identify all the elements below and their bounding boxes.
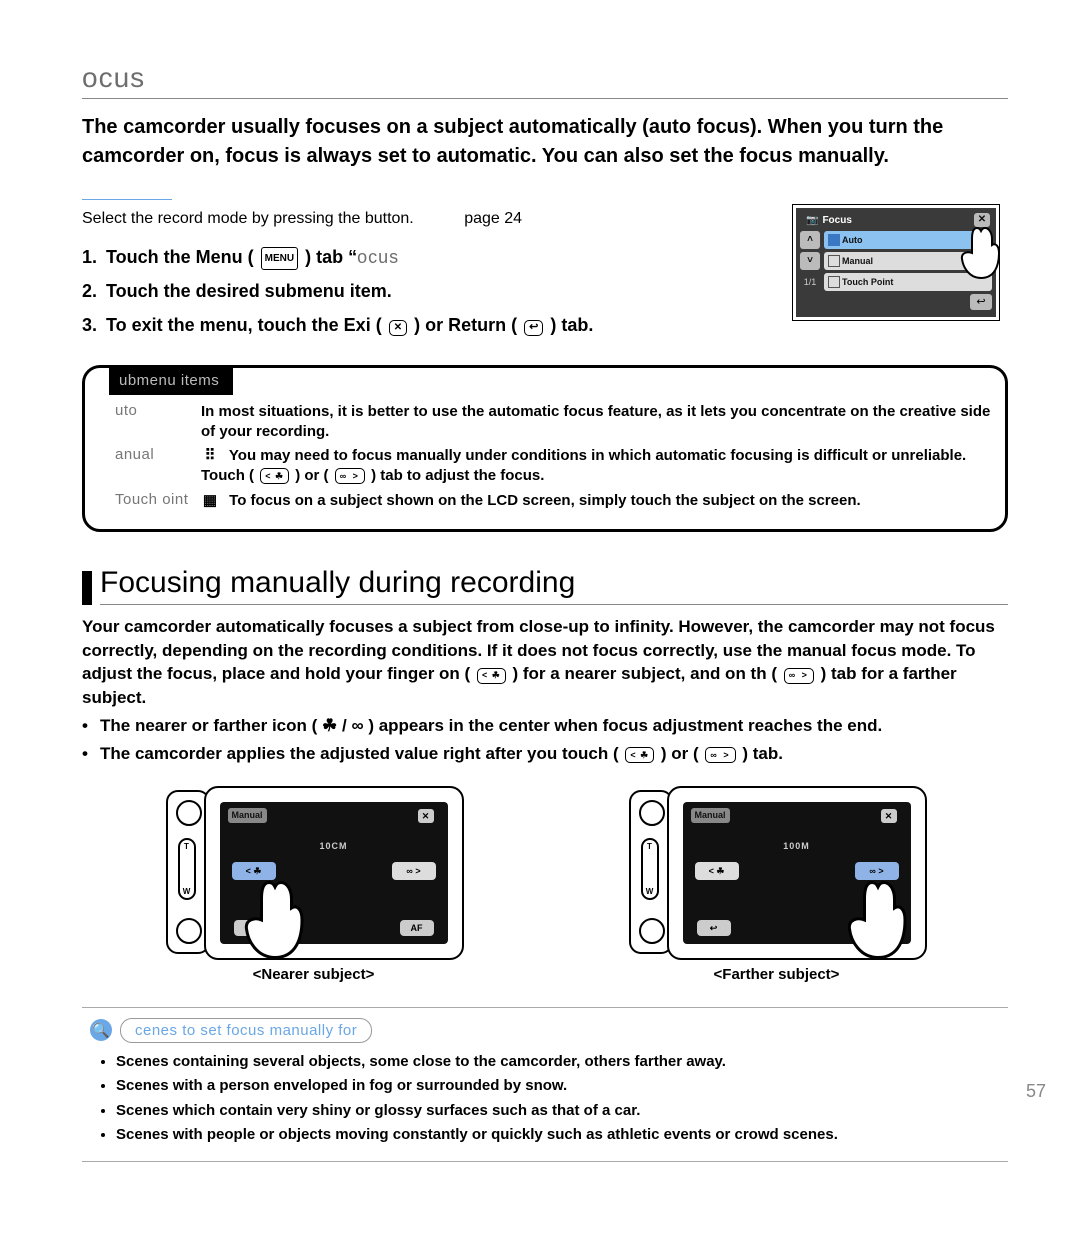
focus-near-icon	[625, 747, 654, 763]
close-icon: ✕	[881, 809, 897, 823]
lcd-illustration-row: T Manual ✕ 10CM < ☘ ∞ > ↩ AF	[82, 786, 1008, 983]
search-icon: 🔍	[90, 1019, 112, 1041]
knob-icon	[176, 918, 202, 944]
far-glyph-icon: ∞	[351, 716, 363, 735]
list-item: Scenes which contain very shiny or gloss…	[116, 1100, 1000, 1123]
submenu-val: In most situations, it is better to use …	[201, 402, 991, 443]
submenu-key: anual	[115, 446, 201, 487]
menu-icon: MENU	[261, 247, 298, 270]
submenu-val: To focus on a subject shown on the LCD s…	[229, 492, 861, 509]
touch-point-icon: ▦	[201, 491, 219, 511]
bullet1-a: The nearer or farther icon (	[100, 716, 317, 735]
chevron-down-icon[interactable]: ˅	[800, 252, 820, 270]
lcd-distance: 10CM	[220, 840, 448, 853]
lcd-near: T Manual ✕ 10CM < ☘ ∞ > ↩ AF	[164, 786, 464, 983]
af-button[interactable]: AF	[400, 920, 434, 936]
chevron-up-icon[interactable]: ˄	[800, 231, 820, 249]
tips-title: cenes to set focus manually for	[120, 1018, 372, 1043]
submenu-key: uto	[115, 402, 201, 443]
body-bullet-1: The nearer or farther icon ( ☘ / ∞ ) app…	[82, 714, 1008, 738]
heading-bar	[82, 571, 92, 605]
list-item: Scenes with a person enveloped in fog or…	[116, 1075, 1000, 1098]
hand-icon	[827, 875, 917, 970]
tips-list: Scenes containing several objects, some …	[116, 1051, 1000, 1147]
divider	[82, 199, 172, 200]
step-1-text-b: ) tab	[305, 247, 348, 267]
body-bullet-2: The camcorder applies the adjusted value…	[82, 742, 1008, 766]
submenu-panel: ubmenu items uto In most situations, it …	[82, 365, 1008, 532]
lcd-mode-label: Manual	[228, 808, 267, 823]
focus-far-icon	[784, 668, 814, 684]
bullet2-a: The camcorder applies the adjusted value…	[100, 744, 619, 763]
focus-far-button[interactable]: ∞ >	[392, 862, 436, 880]
device-side-panel: T	[166, 790, 210, 954]
section-title: ocus	[82, 62, 1008, 99]
lcd-mode-label: Manual	[691, 808, 730, 823]
camera-icon: 📷	[806, 215, 818, 226]
qmenu-knob-icon	[639, 800, 665, 826]
focus-menu-page: 1/1	[800, 277, 820, 287]
focus-near-icon	[477, 668, 506, 684]
step-number: 2.	[82, 274, 106, 308]
submenu-val-b: ) or (	[295, 467, 328, 484]
focus-menu-title-text: Focus	[822, 215, 851, 226]
tips-panel: 🔍 cenes to set focus manually for Scenes…	[82, 1007, 1008, 1162]
device-illustration: T Manual ✕ 100M < ☘ ∞ > ↩ AF	[627, 786, 927, 960]
submenu-row-touchpoint: Touch oint ▦ To focus on a subject shown…	[115, 491, 991, 511]
step-1-quote: “	[348, 247, 357, 267]
intro-text: The camcorder usually focuses on a subje…	[82, 113, 1008, 171]
hand-icon	[224, 875, 314, 970]
focus-near-icon	[260, 468, 289, 484]
lcd-caption-near: <Nearer subject>	[164, 966, 464, 983]
precheck-pageref: page 24	[464, 210, 522, 228]
precheck-text: Select the record mode by pressing the b…	[82, 210, 414, 227]
return-icon	[524, 320, 543, 336]
near-glyph-icon: ☘	[322, 716, 337, 735]
submenu-row-manual: anual ⠿ You may need to focus manually u…	[115, 446, 991, 487]
close-icon	[389, 320, 407, 336]
step-2-text: Touch the desired submenu item.	[106, 274, 392, 308]
lcd-distance: 100M	[683, 840, 911, 853]
step-1-tail: ocus	[357, 247, 399, 267]
lcd-far: T Manual ✕ 100M < ☘ ∞ > ↩ AF	[627, 786, 927, 983]
list-item: Scenes containing several objects, some …	[116, 1051, 1000, 1074]
list-item: Scenes with people or objects moving con…	[116, 1124, 1000, 1147]
bullet2-b: ) or (	[661, 744, 699, 763]
bullet1-b: ) appears in the center when focus adjus…	[368, 716, 882, 735]
device-side-panel: T	[629, 790, 673, 954]
return-icon[interactable]: ↩	[970, 294, 992, 310]
subheading: Focusing manually during recording	[82, 566, 1008, 605]
body-text: Your camcorder automatically focuses a s…	[82, 615, 1008, 766]
subheading-text: Focusing manually during recording	[100, 566, 1008, 605]
hand-icon	[947, 223, 1007, 288]
zoom-rocker-icon: T	[178, 838, 196, 900]
step-number: 1.	[82, 240, 106, 274]
device-illustration: T Manual ✕ 10CM < ☘ ∞ > ↩ AF	[164, 786, 464, 960]
step-3-text-a: To exit the menu, touch the Exi (	[106, 315, 382, 335]
close-icon: ✕	[418, 809, 434, 823]
step-1-text-a: Touch the Menu (	[106, 247, 254, 267]
focus-menu-thumbnail: 📷 Focus ✕ ˄ Auto ˅ Manual 1/1 Touch Poin…	[792, 204, 1000, 321]
manual-focus-icon: ⠿	[201, 446, 219, 466]
body-p-b: ) for a nearer subject, and on th (	[513, 664, 777, 683]
zoom-rocker-icon: T	[641, 838, 659, 900]
step-3-text-mid: ) or Return (	[414, 315, 517, 335]
submenu-val-c: ) tab to adjust the focus.	[371, 467, 544, 484]
submenu-key: Touch oint	[115, 491, 201, 511]
step-number: 3.	[82, 308, 106, 342]
submenu-tab: ubmenu items	[109, 366, 233, 395]
step-3-text-b: ) tab.	[550, 315, 593, 335]
focus-far-icon	[705, 747, 735, 763]
focus-far-icon	[335, 468, 365, 484]
knob-icon	[639, 918, 665, 944]
submenu-row-auto: uto In most situations, it is better to …	[115, 402, 991, 443]
bullet2-c: ) tab.	[742, 744, 783, 763]
focus-near-button[interactable]: < ☘	[695, 862, 739, 880]
return-button[interactable]: ↩	[697, 920, 731, 936]
qmenu-knob-icon	[176, 800, 202, 826]
page-number: 57	[1026, 1081, 1046, 1102]
